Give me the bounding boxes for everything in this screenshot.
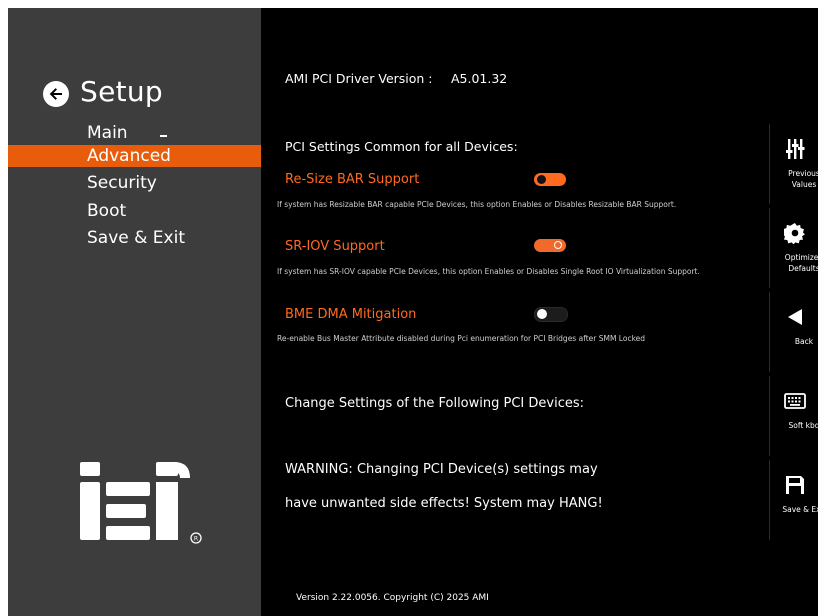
save-exit-button[interactable]: Save & Exit	[769, 460, 818, 540]
previous-values-label: Previous Values	[788, 169, 818, 189]
menu-item-boot[interactable]: Boot	[8, 200, 261, 222]
keyboard-icon	[784, 393, 806, 409]
driver-version-value: A5.01.32	[451, 71, 508, 86]
save-exit-label: Save & Exit	[782, 505, 818, 514]
optimized-defaults-label: Optimized Defaults	[784, 253, 818, 273]
right-action-panel: Previous Values Optimized Defaults Back	[769, 8, 818, 616]
menu-item-label: Advanced	[87, 146, 171, 166]
menu-item-label: Main	[87, 123, 128, 143]
soft-keyboard-button[interactable]: Soft kbd	[769, 376, 818, 456]
sidebar: Setup Main Advanced Security Boot Save &…	[8, 8, 261, 616]
iei-logo: R	[78, 458, 208, 552]
svg-text:R: R	[194, 536, 198, 543]
setting-resize-bar[interactable]: Re-Size BAR Support	[285, 172, 419, 187]
setting-bme-dma[interactable]: BME DMA Mitigation	[285, 307, 416, 322]
setting-sr-iov[interactable]: SR-IOV Support	[285, 239, 385, 254]
back-arrow-icon[interactable]	[43, 81, 69, 107]
footer-version: Version 2.22.0056. Copyright (C) 2025 AM…	[296, 593, 489, 603]
menu-item-label: Security	[87, 173, 157, 193]
menu-item-save-exit[interactable]: Save & Exit	[8, 227, 261, 249]
sr-iov-description: If system has SR-IOV capable PCIe Device…	[277, 267, 700, 276]
resize-bar-description: If system has Resizable BAR capable PCIe…	[277, 200, 677, 209]
sr-iov-toggle[interactable]	[534, 239, 566, 252]
back-button[interactable]: Back	[769, 292, 818, 372]
optimized-defaults-button[interactable]: Optimized Defaults	[769, 208, 818, 288]
change-settings-title: Change Settings of the Following PCI Dev…	[285, 396, 584, 411]
warning-line-1: WARNING: Changing PCI Device(s) settings…	[285, 462, 598, 477]
previous-values-button[interactable]: Previous Values	[769, 124, 818, 204]
sliders-icon	[786, 139, 805, 159]
menu-item-main[interactable]: Main	[8, 122, 261, 144]
triangle-left-icon	[788, 309, 802, 325]
menu-item-label: Boot	[87, 201, 127, 221]
setup-title: Setup	[80, 75, 163, 108]
floppy-disk-icon	[786, 476, 804, 494]
gear-icon	[784, 222, 805, 244]
back-label: Back	[794, 337, 814, 346]
section-title: PCI Settings Common for all Devices:	[285, 139, 518, 154]
bme-dma-toggle[interactable]	[534, 307, 568, 322]
driver-version-label: AMI PCI Driver Version :	[285, 71, 433, 86]
warning-line-2: have unwanted side effects! System may H…	[285, 496, 603, 511]
menu-item-label: Save & Exit	[87, 228, 185, 248]
menu-item-security[interactable]: Security	[8, 172, 261, 194]
resize-bar-toggle[interactable]	[534, 173, 566, 186]
bme-dma-description: Re-enable Bus Master Attribute disabled …	[277, 334, 646, 343]
menu-item-advanced[interactable]: Advanced	[8, 145, 261, 167]
soft-keyboard-label: Soft kbd	[788, 421, 818, 430]
text-cursor	[160, 135, 167, 137]
